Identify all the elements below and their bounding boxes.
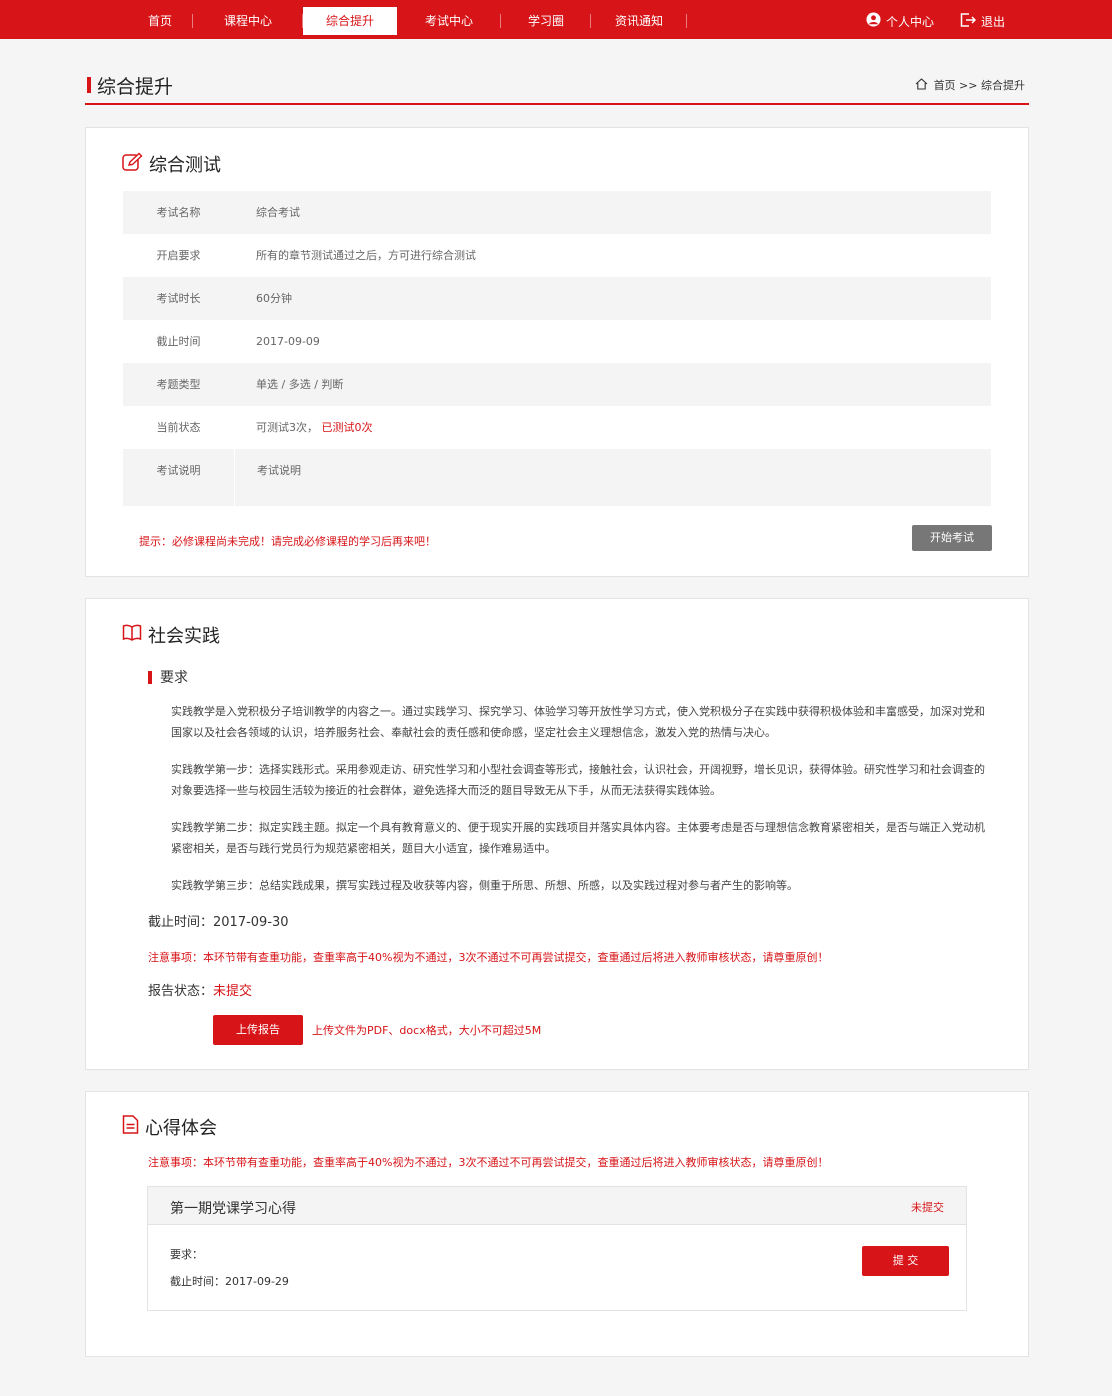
start-exam-button[interactable]: 开始考试 (912, 525, 992, 551)
page-header: 综合提升 首页 >> 综合提升 (85, 70, 1029, 105)
practice-card: 社会实践 要求 实践教学是入党积极分子培训教学的内容之一。通过实践学习、探究学习… (85, 598, 1029, 1070)
requirements-label: 要求 (160, 670, 188, 686)
nav-item-news[interactable]: 资讯通知 (591, 7, 687, 35)
top-nav-bar: 首页 课程中心 综合提升 考试中心 学习圈 资讯通知 个人中心 退出 (0, 0, 1112, 39)
nav-item-course-center[interactable]: 课程中心 (193, 7, 303, 35)
submit-button[interactable]: 提 交 (862, 1246, 949, 1276)
insight-notice: 注意事项：本环节带有查重功能，查重率高于40%视为不通过，3次不通过不可再尝试提… (148, 1156, 829, 1169)
table-row: 开启要求 所有的章节测试通过之后，方可进行综合测试 (123, 234, 991, 277)
user-icon (866, 12, 886, 30)
insight-item: 第一期党课学习心得 未提交 要求： 截止时间：2017-09-29 提 交 (147, 1186, 967, 1311)
insight-requirement: 要求： (170, 1248, 203, 1261)
row-key: 考题类型 (156, 378, 201, 391)
document-icon (122, 1115, 145, 1139)
exam-card: 综合测试 考试名称 综合考试 开启要求 所有的章节测试通过之后，方可进行综合测试… (85, 127, 1029, 577)
insight-item-title: 第一期党课学习心得 (170, 1201, 296, 1217)
main-nav: 首页 课程中心 综合提升 考试中心 学习圈 资讯通知 (127, 7, 687, 35)
attempts-taken: 已测试0次 (321, 421, 373, 434)
practice-card-title: 社会实践 (122, 622, 220, 648)
book-icon (122, 624, 148, 647)
row-key: 开启要求 (156, 249, 201, 262)
row-key: 考试时长 (156, 292, 201, 305)
practice-notice: 注意事项：本环节带有查重功能，查重率高于40%视为不通过，3次不通过不可再尝试提… (148, 951, 829, 964)
row-value: 综合考试 (256, 206, 300, 219)
edit-icon (122, 152, 149, 177)
practice-deadline: 截止时间：2017-09-30 (148, 915, 289, 930)
practice-paragraph: 实践教学第三步：总结实践成果，撰写实践过程及收获等内容，侧重于所思、所想、所感，… (171, 879, 798, 892)
report-status-value: 未提交 (213, 984, 253, 999)
remaining-attempts: 可测试3次， (256, 421, 318, 434)
table-row: 考试说明 考试说明 (123, 449, 991, 506)
row-value: 60分钟 (256, 292, 292, 305)
logout-icon (960, 12, 981, 30)
report-status: 报告状态：未提交 (148, 980, 252, 999)
home-icon (915, 77, 934, 93)
practice-paragraph: 实践教学是入党积极分子培训教学的内容之一。通过实践学习、探究学习、体验学习等开放… (171, 705, 985, 739)
table-row: 当前状态 可测试3次， 已测试0次 (123, 406, 991, 449)
logout-label: 退出 (981, 14, 1006, 29)
breadcrumb-text[interactable]: 首页 >> 综合提升 (934, 77, 1025, 93)
report-status-label: 报告状态： (148, 984, 214, 999)
nav-item-exam-center[interactable]: 考试中心 (397, 7, 501, 35)
insight-card-title: 心得体会 (122, 1114, 217, 1140)
insight-item-header: 第一期党课学习心得 未提交 (148, 1187, 966, 1225)
nav-item-home[interactable]: 首页 (127, 7, 193, 35)
table-row: 考题类型 单选 / 多选 / 判断 (123, 363, 991, 406)
row-key: 考试说明 (123, 449, 234, 506)
upload-hint: 上传文件为PDF、docx格式，大小不可超过5M (312, 1024, 542, 1037)
row-key: 考试名称 (156, 206, 201, 219)
row-value: 考试说明 (235, 449, 991, 506)
insight-item-status: 未提交 (911, 1201, 944, 1214)
row-value: 可测试3次， 已测试0次 (234, 406, 373, 449)
row-value: 单选 / 多选 / 判断 (256, 378, 344, 391)
row-key: 截止时间 (156, 335, 201, 348)
user-center-link[interactable]: 个人中心 (866, 7, 934, 35)
practice-title-text: 社会实践 (148, 626, 220, 647)
insight-deadline: 截止时间：2017-09-29 (170, 1275, 289, 1288)
practice-paragraph: 实践教学第一步：选择实践形式。采用参观走访、研究性学习和小型社会调查等形式，接触… (171, 763, 985, 797)
insight-card: 心得体会 注意事项：本环节带有查重功能，查重率高于40%视为不通过，3次不通过不… (85, 1091, 1029, 1357)
breadcrumb[interactable]: 首页 >> 综合提升 (915, 77, 1025, 93)
exam-card-title: 综合测试 (122, 151, 221, 177)
nav-item-comprehensive[interactable]: 综合提升 (303, 7, 397, 35)
table-row: 考试名称 综合考试 (123, 191, 991, 234)
table-row: 截止时间 2017-09-09 (123, 320, 991, 363)
heading-accent-bar (148, 670, 152, 684)
row-value: 2017-09-09 (256, 335, 320, 348)
row-key: 当前状态 (156, 421, 201, 434)
nav-item-study-circle[interactable]: 学习圈 (501, 7, 591, 35)
insight-title-text: 心得体会 (145, 1118, 217, 1139)
table-row: 考试时长 60分钟 (123, 277, 991, 320)
upload-report-button[interactable]: 上传报告 (213, 1015, 303, 1045)
user-center-label: 个人中心 (886, 14, 935, 29)
logout-link[interactable]: 退出 (960, 7, 1005, 35)
practice-paragraph: 实践教学第二步：拟定实践主题。拟定一个具有教育意义的、便于现实开展的实践项目并落… (171, 821, 985, 855)
page-title: 综合提升 (97, 76, 174, 98)
requirements-heading: 要求 (148, 667, 188, 687)
exam-title-text: 综合测试 (149, 155, 221, 176)
exam-tip: 提示：必修课程尚未完成！请完成必修课程的学习后再来吧！ (139, 535, 436, 548)
title-accent-bar (87, 77, 91, 93)
exam-info-table: 考试名称 综合考试 开启要求 所有的章节测试通过之后，方可进行综合测试 考试时长… (123, 191, 991, 506)
row-value: 所有的章节测试通过之后，方可进行综合测试 (256, 249, 476, 262)
